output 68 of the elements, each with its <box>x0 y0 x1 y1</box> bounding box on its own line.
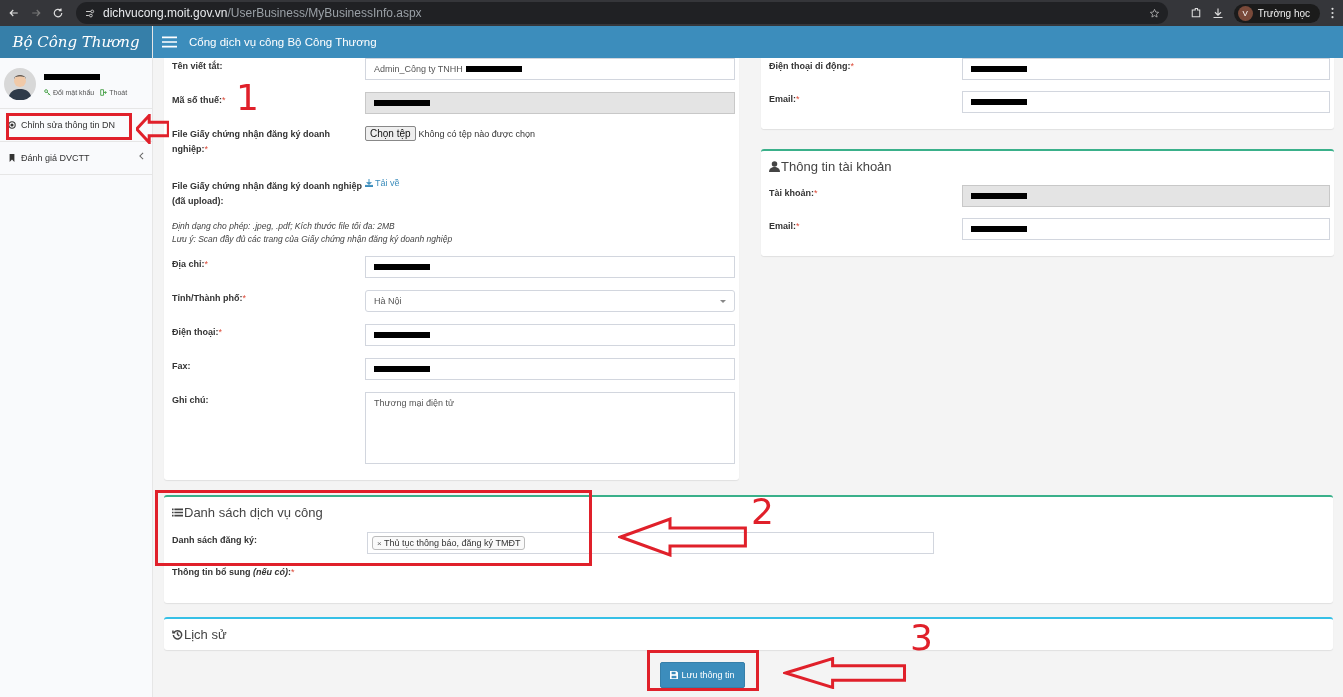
forward-icon[interactable] <box>30 7 42 19</box>
star-icon[interactable] <box>1148 7 1160 19</box>
field-label: Email:* <box>769 93 800 106</box>
profile-chip[interactable]: V Trường học <box>1233 3 1320 23</box>
menu-icon[interactable] <box>162 36 177 48</box>
help-text: Lưu ý: Scan đầy đủ các trang của Giấy chứng nhận đăng ký doanh nghiệp <box>172 234 454 245</box>
field-label: Email:* <box>769 220 800 233</box>
field-label: Mã số thuế:* <box>172 94 226 107</box>
field-label: Tỉnh/Thành phố:* <box>172 292 246 306</box>
extensions-icon[interactable] <box>1189 7 1202 19</box>
download-icon <box>365 178 373 187</box>
field-label: Fax: <box>172 360 191 374</box>
save-icon <box>670 671 679 680</box>
profile-avatar: V <box>1237 5 1253 21</box>
field-label: Điện thoại di động:* <box>769 60 854 73</box>
history-icon <box>172 629 183 641</box>
address-bar[interactable]: dichvucong.moit.gov.vn/UserBusiness/MyBusinessInfo.aspx <box>76 2 1168 24</box>
save-button[interactable]: Lưu thông tin <box>660 662 745 689</box>
sidebar-item[interactable]: Chỉnh sửa thông tin DN <box>0 109 152 142</box>
reload-icon[interactable] <box>52 7 64 19</box>
radio-icon <box>8 121 16 129</box>
input-field[interactable]: Admin_Công ty TNHH <box>365 58 735 80</box>
key-icon <box>44 89 51 96</box>
bookmark-icon <box>8 154 16 162</box>
input-field[interactable] <box>962 58 1330 80</box>
field-label: Danh sách đăng ký: <box>172 534 258 548</box>
input-field[interactable] <box>365 324 735 347</box>
step-number: 1 <box>236 80 259 116</box>
site-info-icon[interactable] <box>84 7 95 19</box>
choose-file-button[interactable]: Chọn tệp <box>365 126 416 141</box>
input-field[interactable] <box>962 91 1330 113</box>
service-tag[interactable]: × Thủ tục thông báo, đăng ký TMĐT <box>372 536 526 551</box>
field-label: Địa chỉ:* <box>172 258 209 272</box>
card-title: Danh sách dịch vụ công <box>184 505 323 521</box>
notes-textarea[interactable]: Thương mại điện tử <box>365 392 735 465</box>
avatar-icon <box>4 68 36 100</box>
dropdown-arrow-icon <box>720 299 726 303</box>
field-label: Tài khoản:* <box>769 187 818 200</box>
menu-icon[interactable] <box>1330 6 1335 20</box>
logout-icon <box>100 89 108 96</box>
field-label: Điện thoại:* <box>172 326 222 340</box>
input-field[interactable] <box>365 358 735 381</box>
help-text: Định dạng cho phép: .jpeg, .pdf; Kích thước file tối đa: 2MB <box>172 221 396 232</box>
download-link[interactable]: Tải về <box>365 177 400 188</box>
arrow-drawing <box>136 114 169 144</box>
list-icon <box>172 507 183 519</box>
field-label: File Giấy chứng nhận đăng ký doanh nghiệp (đã upload): <box>172 179 364 208</box>
card-title: Thông tin tài khoản <box>781 159 892 174</box>
province-select[interactable]: Hà Nội <box>365 290 735 313</box>
field-label: Thông tin bổ sung (nếu có):* <box>172 567 295 578</box>
portal-title: Cổng dịch vụ công Bộ Công Thương <box>189 36 377 48</box>
field-label: File Giấy chứng nhận đăng ký doanh nghiệp:* <box>172 128 332 157</box>
field-label: Ghi chú: <box>172 394 209 408</box>
step-number: 2 <box>751 494 774 530</box>
field-label: Tên viết tắt: <box>172 59 223 73</box>
file-status: Không có tệp nào được chọn <box>418 128 536 139</box>
input-field[interactable] <box>962 218 1330 240</box>
input-field[interactable] <box>365 256 735 279</box>
logo-text[interactable]: Bộ Công Thương <box>0 26 152 58</box>
step-number: 3 <box>910 620 933 656</box>
profile-name: Trường học <box>1257 7 1310 19</box>
card-title: Lịch sử <box>184 627 227 643</box>
chevron-icon <box>139 151 144 160</box>
download-icon[interactable] <box>1211 7 1224 19</box>
sidebar-item[interactable]: Đánh giá DVCTT <box>0 142 152 175</box>
tag-input[interactable]: × Thủ tục thông báo, đăng ký TMĐT <box>367 532 934 555</box>
user-icon <box>769 161 780 172</box>
back-icon[interactable] <box>8 7 20 19</box>
